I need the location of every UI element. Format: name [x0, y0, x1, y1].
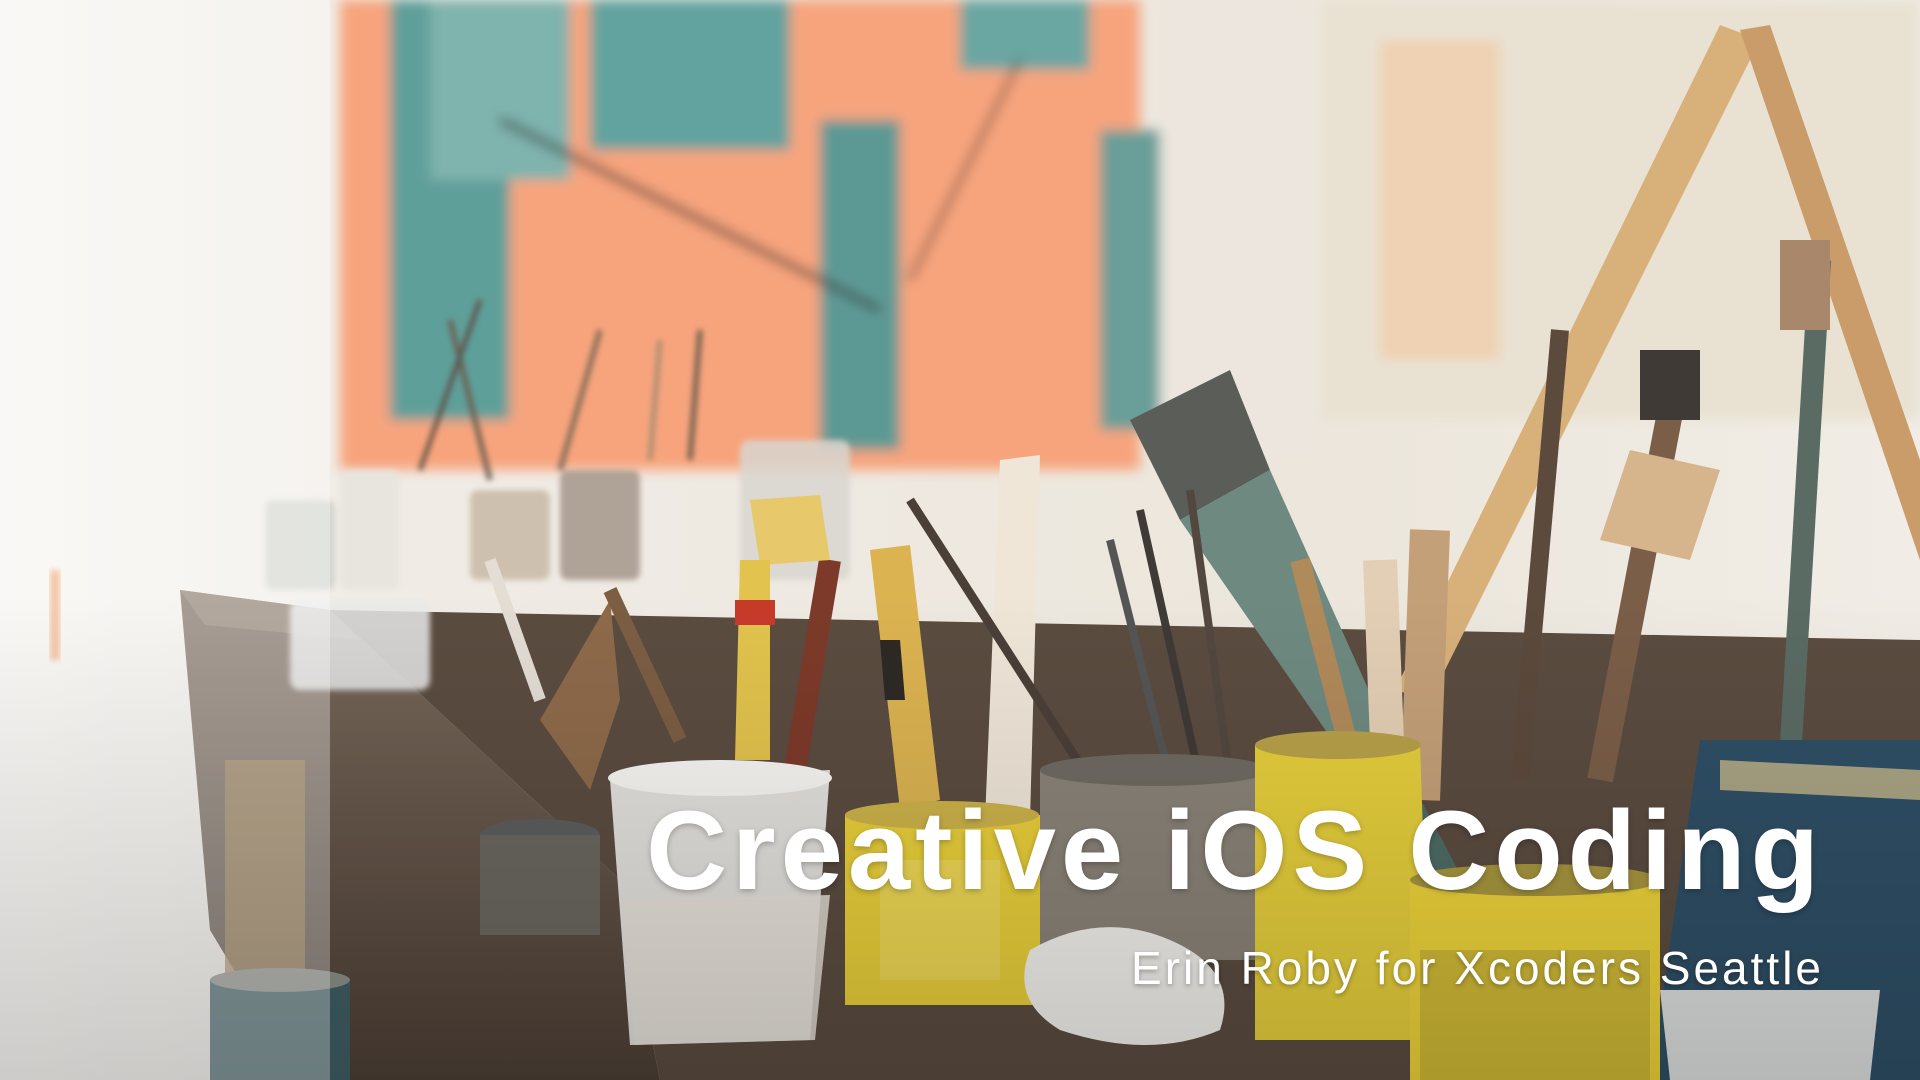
slide-title: Creative iOS Coding — [646, 788, 1824, 913]
slide-subtitle: Erin Roby for Xcoders Seattle — [1131, 942, 1824, 994]
slide: Creative iOS Coding Erin Roby for Xcoder… — [0, 0, 1920, 1080]
title-block: Creative iOS Coding Erin Roby for Xcoder… — [646, 788, 1824, 994]
